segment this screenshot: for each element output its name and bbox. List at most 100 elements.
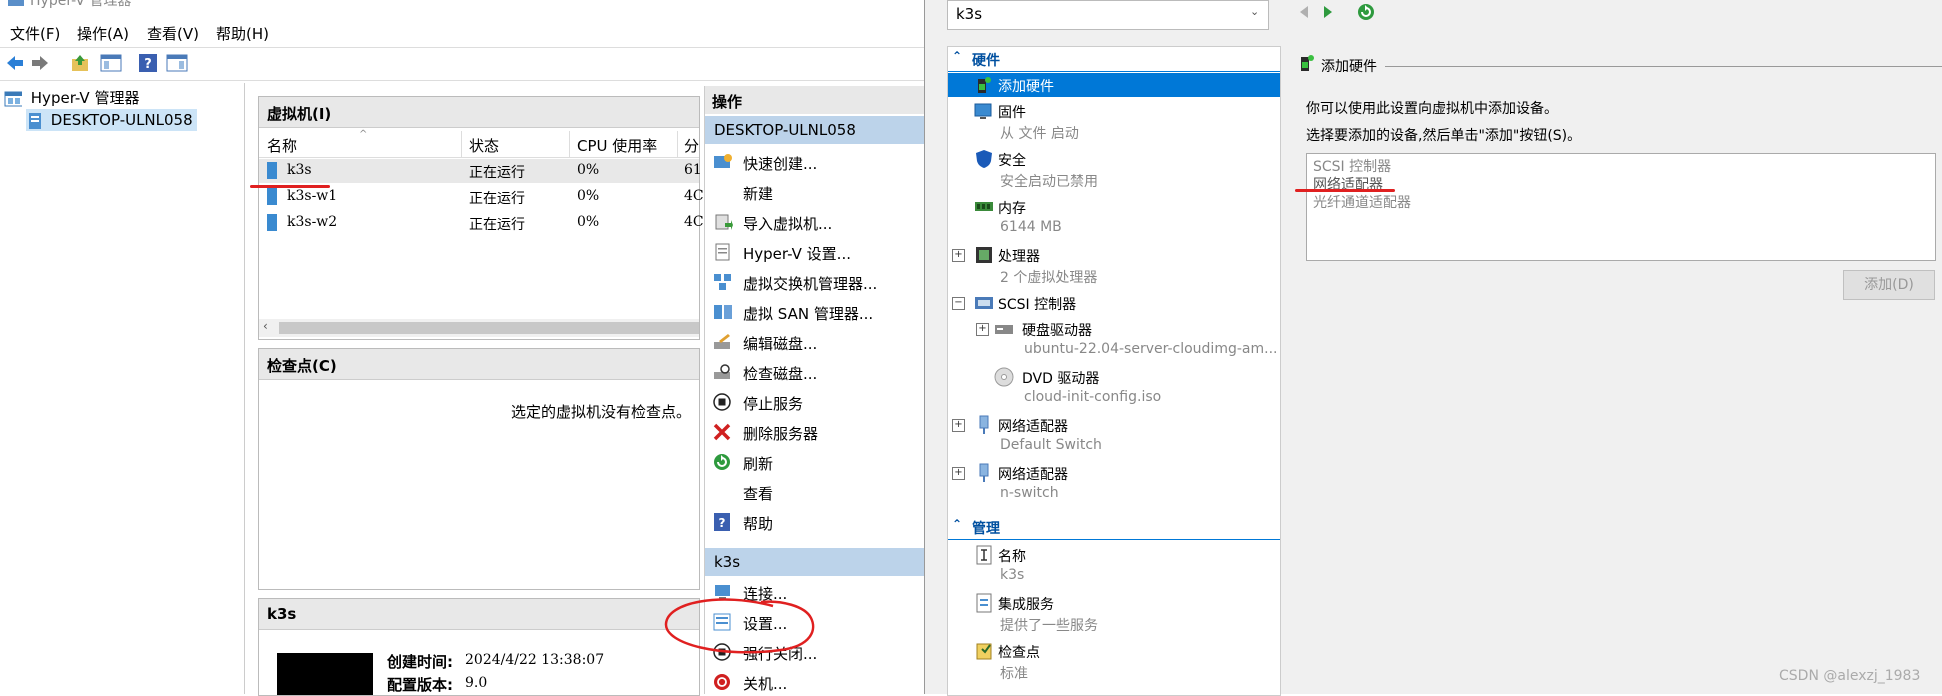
table-row[interactable]: k3s-w1 正在运行 0% 4C: [259, 185, 704, 209]
vm-row-cpu: 0%: [577, 214, 600, 230]
vm-row-state: 正在运行: [469, 191, 525, 207]
refresh-icon[interactable]: [1357, 3, 1375, 21]
action-vswitch-manager[interactable]: 虚拟交换机管理器...: [705, 268, 925, 296]
tree-item-label: 名称: [998, 549, 1026, 565]
tree-item-sub: 标准: [1000, 666, 1028, 682]
table-row[interactable]: k3s-w2 正在运行 0% 4C: [259, 211, 704, 235]
horizontal-scrollbar[interactable]: ‹: [259, 319, 699, 337]
col-state[interactable]: 状态: [469, 135, 499, 156]
action-label: 导入虚拟机...: [743, 215, 833, 233]
tree-item-label: 网络适配器: [998, 419, 1068, 435]
add-button[interactable]: 添加(D): [1843, 270, 1935, 300]
tree-item-add-hardware[interactable]: 添加硬件: [948, 73, 1280, 97]
help-icon[interactable]: ?: [138, 53, 158, 73]
tree-item-scsi[interactable]: − SCSI 控制器: [948, 291, 1280, 315]
tree-item-sub: Default Switch: [1000, 437, 1102, 453]
action-hyperv-settings[interactable]: Hyper-V 设置...: [705, 238, 925, 266]
table-row[interactable]: k3s 正在运行 0% 61: [259, 159, 702, 183]
tree-item-memory[interactable]: 内存 6144 MB: [948, 195, 1280, 239]
action-help[interactable]: ? 帮助: [705, 508, 925, 536]
tree-item-label: 检查点: [998, 645, 1040, 661]
vm-icon: [267, 188, 277, 205]
show-action-pane-icon[interactable]: [166, 53, 188, 73]
expand-icon[interactable]: +: [952, 467, 965, 480]
menu-action[interactable]: 操作(A): [77, 23, 129, 44]
action-label: 帮助: [743, 515, 774, 533]
show-tree-icon[interactable]: [100, 53, 122, 73]
collapse-tree-icon[interactable]: −: [952, 297, 965, 310]
col-mem[interactable]: 分: [684, 135, 699, 156]
expand-icon[interactable]: +: [952, 249, 965, 262]
expand-icon[interactable]: +: [952, 419, 965, 432]
expand-icon[interactable]: +: [976, 323, 989, 336]
col-name[interactable]: 名称: [267, 135, 297, 156]
svg-text:?: ?: [719, 516, 726, 530]
action-refresh[interactable]: 刷新: [705, 448, 925, 476]
tree-item-checkpoints[interactable]: 检查点 标准: [948, 639, 1280, 683]
window-title: Hyper-V 管理器: [30, 0, 132, 9]
tree-item-network-adapter[interactable]: + 网络适配器 n-switch: [948, 461, 1280, 505]
tree-item-processor[interactable]: + 处理器 2 个虚拟处理器: [948, 243, 1280, 287]
add-hardware-desc2: 选择要添加的设备,然后单击"添加"按钮(S)。: [1306, 128, 1582, 144]
device-option: 光纤通道适配器: [1313, 195, 1411, 211]
scroll-left-icon[interactable]: ‹: [263, 319, 268, 333]
tree-host[interactable]: DESKTOP-ULNL058: [26, 109, 197, 131]
action-view[interactable]: 查看: [705, 478, 925, 506]
action-new[interactable]: 新建: [705, 178, 925, 206]
action-shutdown[interactable]: 关机...: [705, 668, 925, 696]
back-arrow-icon[interactable]: [5, 54, 25, 72]
menu-file[interactable]: 文件(F): [10, 23, 60, 44]
dvd-icon: [994, 367, 1014, 387]
action-label: 停止服务: [743, 395, 804, 413]
action-label: 检查磁盘...: [743, 365, 818, 383]
tree-item-sub: ubuntu-22.04-server-cloudimg-am...: [1024, 341, 1278, 357]
collapse-icon: ⌃: [952, 517, 963, 531]
tree-root[interactable]: Hyper-V 管理器: [4, 87, 139, 109]
tree-item-network-adapter[interactable]: + 网络适配器 Default Switch: [948, 413, 1280, 457]
menu-help[interactable]: 帮助(H): [216, 23, 269, 44]
tree-item-hard-drive[interactable]: + 硬盘驱动器 ubuntu-22.04-server-cloudimg-am.…: [948, 317, 1280, 361]
action-quick-create[interactable]: 快速创建...: [705, 148, 925, 176]
details-title: k3s: [267, 605, 297, 623]
menu-view[interactable]: 查看(V): [147, 23, 199, 44]
scroll-thumb[interactable]: [279, 322, 699, 334]
toolbar: ?: [0, 47, 924, 81]
action-inspect-disk[interactable]: 检查磁盘...: [705, 358, 925, 386]
hardware-header[interactable]: ⌃ 硬件: [948, 47, 1280, 72]
refresh-icon: [714, 454, 730, 470]
tree-item-integration-services[interactable]: 集成服务 提供了一些服务: [948, 591, 1280, 635]
next-icon[interactable]: [1321, 4, 1335, 20]
details-header: k3s: [259, 599, 699, 630]
prev-icon[interactable]: [1297, 4, 1311, 20]
action-stop-service[interactable]: 停止服务: [705, 388, 925, 416]
forward-arrow-icon[interactable]: [30, 54, 50, 72]
col-cpu[interactable]: CPU 使用率: [577, 135, 657, 156]
firmware-icon: [974, 103, 992, 119]
chevron-down-icon: ⌄: [1250, 5, 1260, 18]
checkpoint-header: 检查点(C): [259, 349, 699, 380]
action-import-vm[interactable]: 导入虚拟机...: [705, 208, 925, 236]
svg-text:?: ?: [144, 57, 152, 72]
list-item[interactable]: 光纤通道适配器: [1313, 192, 1411, 212]
vm-thumbnail[interactable]: [277, 653, 373, 695]
action-label: 快速创建...: [743, 155, 818, 173]
vm-panel-title: 虚拟机(I): [267, 105, 332, 123]
tree-item-firmware[interactable]: 固件 从 文件 启动: [948, 99, 1280, 143]
management-header[interactable]: ⌃ 管理: [948, 515, 1280, 540]
vm-selector[interactable]: k3s ⌄: [947, 0, 1269, 30]
host-actions-header[interactable]: DESKTOP-ULNL058: [705, 116, 925, 144]
action-edit-disk[interactable]: 编辑磁盘...: [705, 328, 925, 356]
list-item[interactable]: SCSI 控制器: [1313, 156, 1391, 176]
tree-item-name[interactable]: 名称 k3s: [948, 543, 1280, 587]
action-vsan-manager[interactable]: 虚拟 SAN 管理器...: [705, 298, 925, 326]
tree-item-label: 处理器: [998, 249, 1040, 265]
vm-panel: 虚拟机(I) 名称 ^ 状态 CPU 使用率 分 k3s 正在运行 0% 61 …: [258, 96, 704, 340]
action-remove-server[interactable]: 删除服务器: [705, 418, 925, 446]
device-list[interactable]: SCSI 控制器 网络适配器 光纤通道适配器: [1306, 153, 1936, 261]
up-folder-icon[interactable]: [70, 53, 90, 73]
scsi-controller-icon: [975, 297, 993, 309]
vm-actions-header[interactable]: k3s: [705, 548, 925, 576]
tree-item-dvd[interactable]: DVD 驱动器 cloud-init-config.iso: [948, 365, 1280, 409]
tree-item-security[interactable]: 安全 安全启动已禁用: [948, 147, 1280, 191]
tree-item-label: 硬盘驱动器: [1022, 323, 1092, 339]
